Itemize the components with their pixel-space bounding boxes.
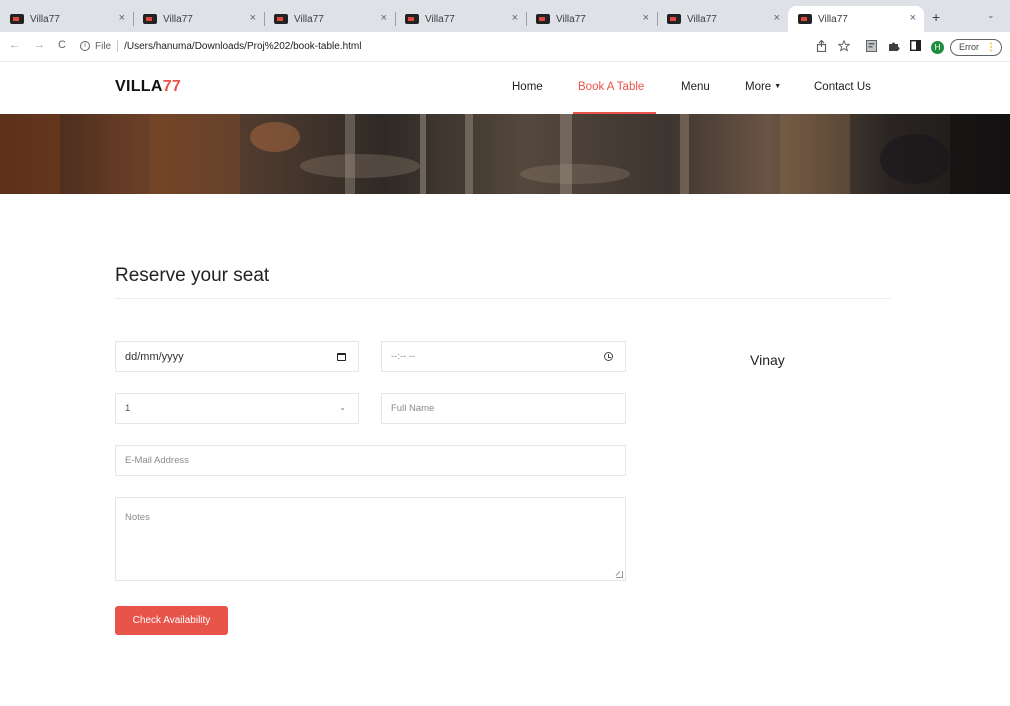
clock-icon[interactable]: [604, 352, 613, 361]
bookmark-star-icon[interactable]: [838, 40, 850, 52]
favicon-icon: [536, 14, 550, 24]
email-placeholder: E-Mail Address: [125, 455, 189, 466]
nav-home[interactable]: Home: [512, 81, 543, 93]
logo-text: VILLA: [115, 78, 163, 95]
nav-more-label: More: [745, 81, 772, 93]
share-icon[interactable]: [816, 40, 827, 52]
error-label: Error: [959, 42, 979, 52]
notes-textarea[interactable]: Notes: [115, 497, 626, 581]
browser-toolbar: ← → C i File /Users/hanuma/Downloads/Pro…: [0, 32, 1010, 62]
nav-more-dropdown[interactable]: More ▼: [745, 81, 781, 93]
favicon-icon: [143, 14, 157, 24]
tab-search-icon[interactable]: ⌄: [987, 11, 995, 21]
tab-title: Villa77: [425, 13, 455, 25]
time-placeholder: --:-- --: [391, 351, 416, 362]
time-input[interactable]: --:-- --: [381, 341, 626, 372]
side-panel-icon[interactable]: [910, 40, 921, 51]
browser-tab[interactable]: Villa77 ×: [264, 6, 396, 32]
sidebar-name: Vinay: [750, 352, 785, 368]
favicon-icon: [10, 14, 24, 24]
browser-tab[interactable]: Villa77 ×: [133, 6, 265, 32]
caret-down-icon: ▼: [774, 83, 782, 91]
extensions-puzzle-icon[interactable]: [888, 40, 900, 52]
email-input[interactable]: E-Mail Address: [115, 445, 626, 476]
favicon-icon: [798, 14, 812, 24]
site-header: VILLA77 Home Book A Table Menu More ▼ Con…: [0, 62, 1010, 114]
browser-error-button[interactable]: Error ⋮: [950, 39, 1002, 56]
nav-contact-us[interactable]: Contact Us: [814, 81, 871, 93]
reader-mode-icon[interactable]: [866, 40, 877, 52]
browser-tabstrip: Villa77 × Villa77 × Villa77 × Villa77 × …: [0, 0, 1010, 32]
calendar-icon[interactable]: [337, 353, 346, 361]
close-tab-icon[interactable]: ×: [512, 12, 518, 24]
close-tab-icon[interactable]: ×: [910, 12, 916, 24]
browser-tab[interactable]: Villa77 ×: [0, 6, 134, 32]
nav-book-a-table[interactable]: Book A Table: [578, 81, 644, 93]
chevron-down-icon: ⌄: [339, 403, 346, 412]
favicon-icon: [274, 14, 288, 24]
browser-tab[interactable]: Villa77 ×: [526, 6, 658, 32]
tab-title: Villa77: [556, 13, 586, 25]
close-tab-icon[interactable]: ×: [381, 12, 387, 24]
back-icon[interactable]: ←: [9, 39, 20, 51]
forward-icon[interactable]: →: [34, 39, 45, 51]
date-input[interactable]: dd/mm/yyyy: [115, 341, 359, 372]
close-tab-icon[interactable]: ×: [774, 12, 780, 24]
full-name-input[interactable]: Full Name: [381, 393, 626, 424]
browser-tab-active[interactable]: Villa77 ×: [788, 6, 924, 32]
tab-title: Villa77: [294, 13, 324, 25]
favicon-icon: [667, 14, 681, 24]
profile-avatar[interactable]: H: [931, 41, 944, 54]
guests-select[interactable]: 1 ⌄: [115, 393, 359, 424]
tab-title: Villa77: [818, 13, 848, 25]
close-tab-icon[interactable]: ×: [119, 12, 125, 24]
hero-banner-image: [0, 114, 1010, 194]
notes-placeholder: Notes: [125, 512, 150, 523]
browser-tab[interactable]: Villa77 ×: [395, 6, 527, 32]
section-divider: [115, 298, 891, 299]
info-icon[interactable]: i: [80, 41, 90, 51]
favicon-icon: [405, 14, 419, 24]
tab-title: Villa77: [163, 13, 193, 25]
reload-icon[interactable]: C: [58, 39, 66, 51]
url-text: /Users/hanuma/Downloads/Proj%202/book-ta…: [124, 40, 362, 52]
close-tab-icon[interactable]: ×: [643, 12, 649, 24]
nav-menu[interactable]: Menu: [681, 81, 710, 93]
tab-title: Villa77: [30, 13, 60, 25]
tab-title: Villa77: [687, 13, 717, 25]
browser-tab[interactable]: Villa77 ×: [657, 6, 789, 32]
kebab-menu-icon[interactable]: ⋮: [986, 40, 996, 55]
new-tab-button[interactable]: +: [932, 9, 940, 25]
check-availability-button[interactable]: Check Availability: [115, 606, 228, 635]
url-divider: [117, 40, 119, 52]
full-name-placeholder: Full Name: [391, 403, 435, 414]
url-scheme: File: [95, 40, 112, 52]
close-tab-icon[interactable]: ×: [250, 12, 256, 24]
date-placeholder: dd/mm/yyyy: [125, 350, 184, 363]
logo-accent-text: 77: [162, 78, 182, 95]
site-logo[interactable]: VILLA77: [115, 78, 181, 96]
resize-handle-icon[interactable]: [616, 571, 623, 578]
guests-selected-value: 1: [125, 403, 131, 414]
address-bar[interactable]: i File /Users/hanuma/Downloads/Proj%202/…: [80, 40, 361, 52]
page-title: Reserve your seat: [115, 265, 270, 286]
